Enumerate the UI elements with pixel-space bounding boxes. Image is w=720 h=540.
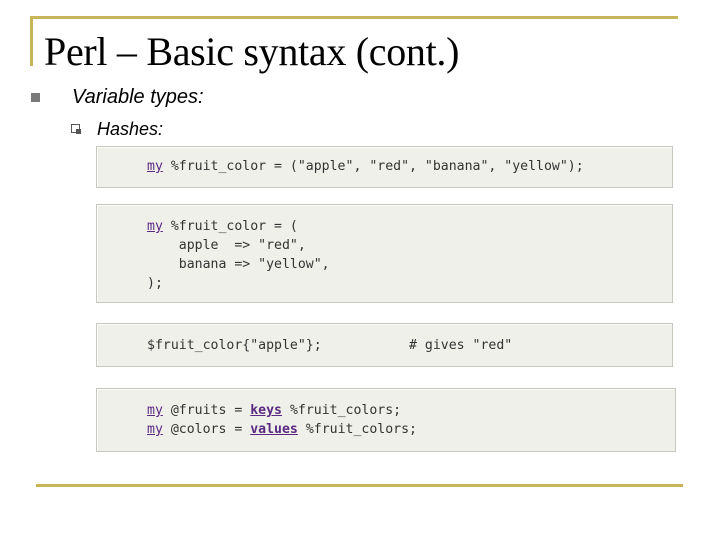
code-text: apple => "red", bbox=[147, 238, 306, 253]
code-block-list-assignment: my %fruit_color = ("apple", "red", "bana… bbox=[96, 146, 673, 188]
code-text: @colors = bbox=[162, 422, 251, 437]
frame-bottom-line bbox=[36, 484, 683, 487]
frame-left-line bbox=[30, 16, 33, 66]
code-keyword: my bbox=[147, 219, 163, 234]
code-text: %fruit_colors; bbox=[297, 422, 417, 437]
code-keyword: my bbox=[147, 159, 163, 174]
code-block-hash-access: $fruit_color{"apple"}; # gives "red" bbox=[96, 323, 673, 367]
frame-top-line bbox=[30, 16, 678, 19]
code-text: %fruit_color = ("apple", "red", "banana"… bbox=[162, 159, 584, 174]
code-line: $fruit_color{"apple"}; # gives "red" bbox=[147, 338, 513, 353]
bullet-variable-types: Variable types: bbox=[72, 86, 204, 108]
code-function: keys bbox=[250, 403, 282, 418]
code-lines: my @fruits = keys %fruit_colors; my @col… bbox=[147, 401, 417, 439]
code-line: my %fruit_color = ("apple", "red", "bana… bbox=[147, 157, 584, 176]
code-block-fat-comma: my %fruit_color = ( apple => "red", bana… bbox=[96, 204, 673, 303]
code-function: values bbox=[250, 422, 298, 437]
code-text: %fruit_colors; bbox=[282, 403, 402, 418]
code-keyword: my bbox=[147, 422, 163, 437]
code-lines: my %fruit_color = ( apple => "red", bana… bbox=[147, 217, 330, 293]
code-text: banana => "yellow", bbox=[147, 257, 330, 272]
bullet-hashes: Hashes: bbox=[97, 119, 164, 139]
code-text: @fruits = bbox=[162, 403, 251, 418]
code-text: ); bbox=[147, 276, 163, 291]
code-keyword: my bbox=[147, 403, 163, 418]
code-block-keys-values: my @fruits = keys %fruit_colors; my @col… bbox=[96, 388, 676, 452]
slide-title: Perl – Basic syntax (cont.) bbox=[44, 29, 460, 74]
square-bullet-icon bbox=[31, 93, 40, 102]
checkbox-bullet-icon bbox=[71, 124, 81, 134]
code-text: %fruit_color = ( bbox=[162, 219, 298, 234]
